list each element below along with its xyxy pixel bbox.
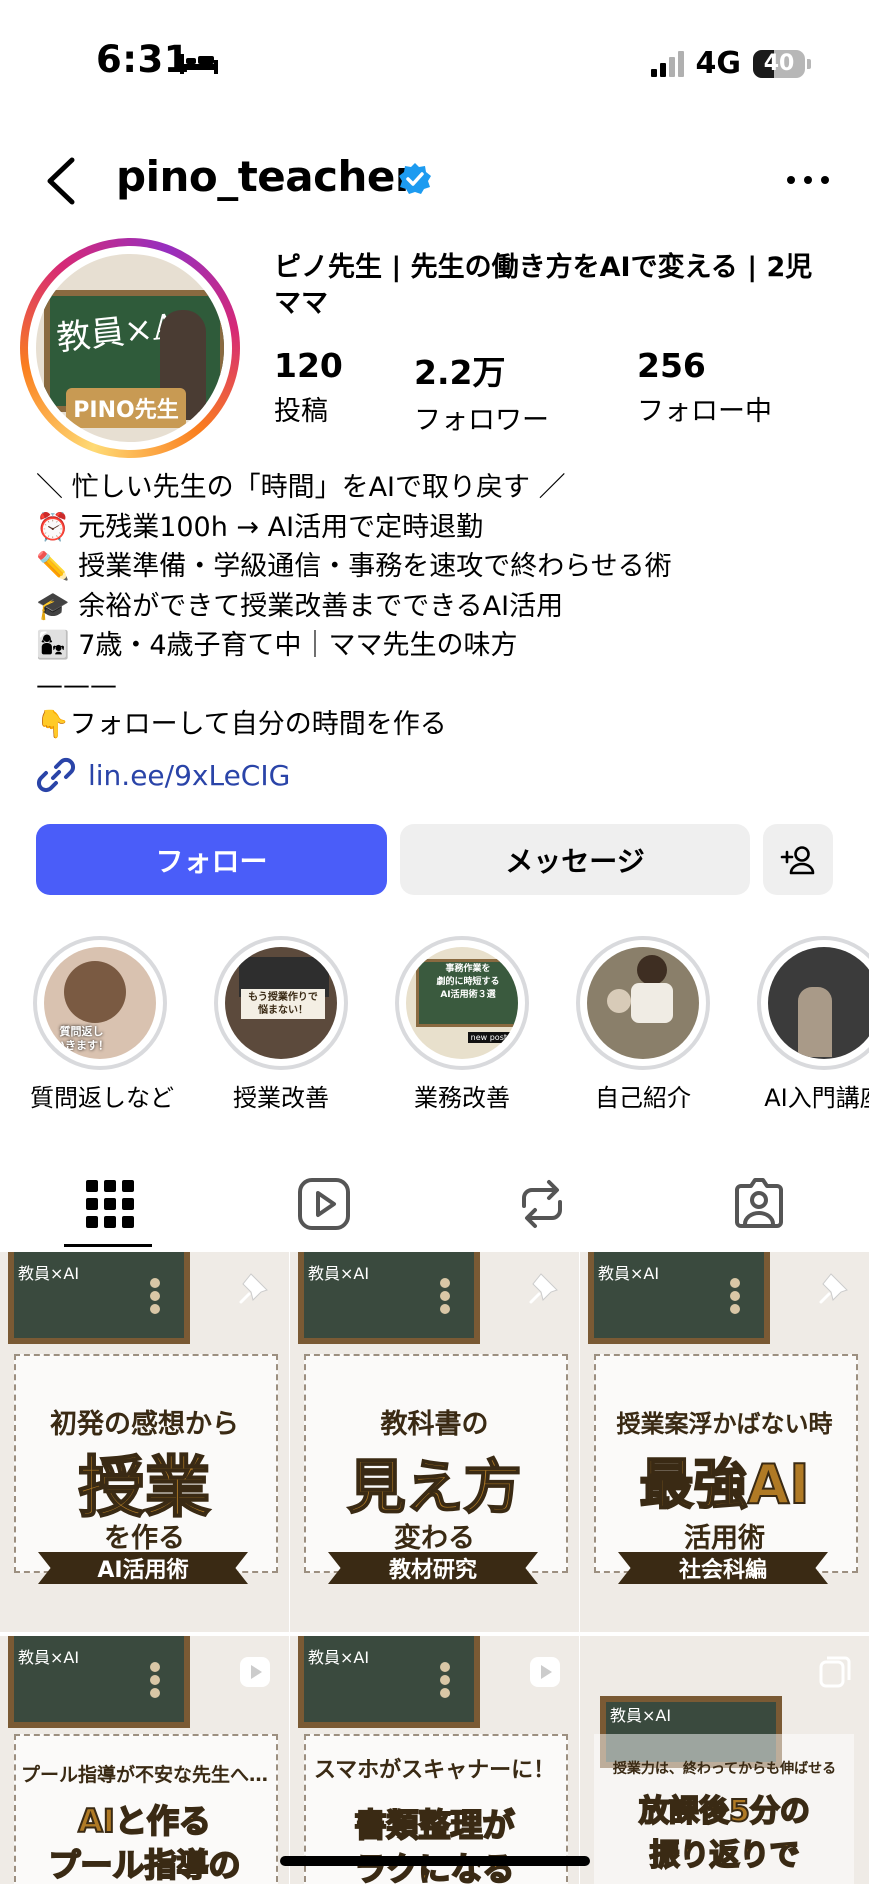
avatar-label: PINO先生 (66, 388, 186, 428)
verified-icon (399, 163, 431, 194)
highlight-5[interactable]: AI入門講座 (754, 936, 869, 1113)
battery-icon: 40 (753, 49, 805, 78)
highlight-label: 質問返しなど (30, 1084, 174, 1112)
more-icon[interactable] (786, 175, 830, 185)
link-text[interactable]: lin.ee/9xLeCIG (88, 759, 290, 792)
post-tile[interactable]: 教員×AI プール指導が不安な先生へ… AIと作る プール指導の (0, 1636, 289, 1884)
bio-link[interactable]: lin.ee/9xLeCIG (36, 755, 290, 795)
link-icon (36, 757, 76, 793)
network-label: 4G (695, 46, 742, 81)
post-tile[interactable]: 教員×AI 授業案浮かばない時 最強AI 活用術 社会科編 (580, 1252, 869, 1632)
tagged-icon[interactable] (731, 1176, 787, 1232)
bio-line: 👩‍👧 7歳・4歳子育て中｜ママ先生の味方 (36, 630, 518, 661)
highlight-label: 業務改善 (414, 1084, 510, 1112)
battery-level: 40 (763, 51, 795, 76)
highlight-label: 授業改善 (233, 1084, 329, 1112)
bio-line: ✏️ 授業準備・学級通信・事務を速攻で終わらせる術 (36, 551, 672, 582)
pin-icon (819, 1273, 848, 1304)
highlight-1[interactable]: 質問返し いきます！ 質問返しなど (30, 936, 174, 1113)
follow-button[interactable]: フォロー (36, 824, 387, 895)
highlight-3[interactable]: 事務作業を 劇的に時短する AI活用術３選 new post 業務改善 (392, 936, 532, 1113)
display-name: ピノ先生 | 先生の働き方をAIで変える | 2児ママ (274, 252, 813, 319)
profile-tabs (0, 1158, 869, 1250)
carousel-icon (819, 1656, 851, 1688)
reposts-icon[interactable] (514, 1176, 570, 1232)
post-tile[interactable]: 教員×AI 授業力は、終わってからも伸ばせる 放課後5分の 振り返りで (580, 1636, 869, 1884)
post-tile[interactable]: 教員×AI 初発の感想から 授業 を作る AI活用術 (0, 1252, 289, 1632)
stat-posts[interactable]: 120 投稿 (274, 346, 343, 428)
highlight-4[interactable]: 自己紹介 (573, 936, 713, 1113)
highlight-label: 自己紹介 (595, 1084, 691, 1112)
stat-following[interactable]: 256 フォロー中 (637, 346, 772, 428)
active-tab-indicator (64, 1244, 152, 1247)
pin-icon (529, 1273, 558, 1304)
status-indicators: 4G 40 (650, 46, 811, 81)
bio: ＼ 忙しい先生の「時間」をAIで取り戻す ／ ⏰ 元残業100h → AI活用で… (36, 468, 846, 745)
bio-line: ⏰ 元残業100h → AI活用で定時退勤 (36, 511, 484, 543)
signal-icon (650, 50, 684, 77)
bio-line: ——— (36, 669, 117, 701)
post-tile[interactable]: 教員×AI スマホがスキャナーに！ 書類整理が ラクになる (290, 1636, 579, 1884)
back-icon[interactable] (44, 156, 78, 206)
reel-icon (240, 1657, 270, 1687)
bio-line: 👇フォローして自分の時間を作る (36, 709, 447, 740)
post-tile[interactable]: 教員×AI 教科書の 見え方 変わる 教材研究 (290, 1252, 579, 1632)
pin-icon (239, 1273, 268, 1304)
avatar[interactable]: 教員×AI PINO先生 (36, 254, 224, 442)
message-button[interactable]: メッセージ (400, 824, 750, 895)
sleep-mode-icon (180, 54, 218, 74)
grid-icon[interactable] (82, 1176, 138, 1232)
reels-icon[interactable] (296, 1176, 352, 1232)
highlight-2[interactable]: もう授業作りで 悩まない！ 授業改善 (211, 936, 351, 1113)
home-indicator (280, 1856, 590, 1866)
bio-line: ＼ 忙しい先生の「時間」をAIで取り戻す ／ (36, 472, 566, 503)
stat-followers[interactable]: 2.2万 フォロワー (414, 346, 549, 437)
add-person-icon (780, 845, 815, 874)
reel-icon (530, 1657, 560, 1687)
bio-line: 🎓 余裕ができて授業改善までできるAI活用 (36, 590, 564, 622)
highlight-label: AI入門講座 (764, 1084, 869, 1112)
status-time: 6:31 (96, 38, 191, 81)
suggested-accounts-button[interactable] (763, 824, 833, 895)
username: pino_teacher (116, 152, 416, 201)
